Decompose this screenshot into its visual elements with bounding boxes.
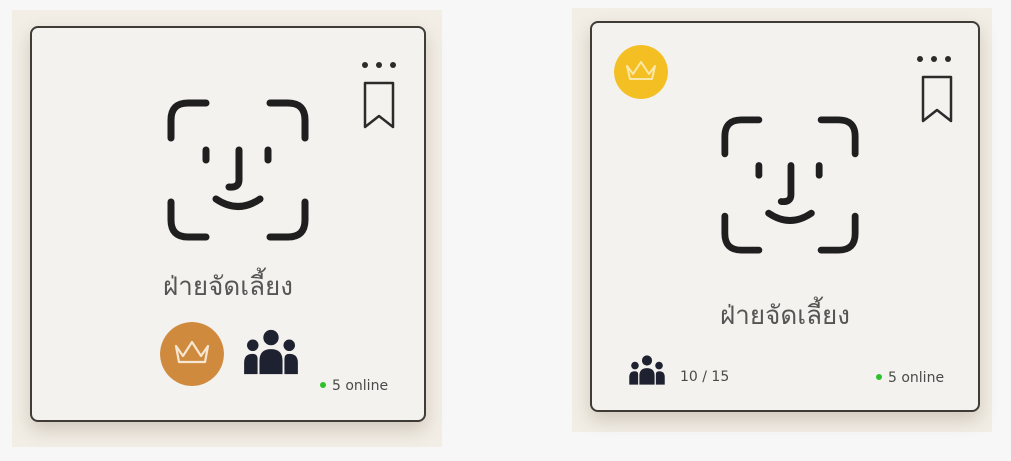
group-people-icon	[244, 329, 298, 375]
more-options-icon[interactable]	[917, 54, 957, 64]
group-card[interactable]: ฝ่ายจัดเลี้ยง 5 online	[30, 26, 426, 422]
group-name: ฝ่ายจัดเลี้ยง	[163, 272, 293, 302]
crown-icon[interactable]	[160, 322, 224, 386]
online-status: 5 online	[320, 378, 388, 394]
group-name: ฝ่ายจัดเลี้ยง	[720, 301, 850, 331]
online-indicator-icon	[320, 382, 326, 388]
face-id-icon	[721, 116, 859, 254]
face-id-icon	[167, 99, 309, 241]
online-count: 5 online	[888, 370, 945, 386]
group-card[interactable]: ฝ่ายจัดเลี้ยง 10 / 15 5 online	[590, 21, 980, 412]
bookmark-icon[interactable]	[362, 80, 396, 130]
bookmark-icon[interactable]	[920, 74, 954, 124]
online-status: 5 online	[876, 370, 944, 386]
group-people-icon	[629, 355, 665, 385]
crown-icon[interactable]	[614, 45, 668, 99]
member-count: 10 / 15	[680, 369, 730, 385]
more-options-icon[interactable]	[362, 60, 402, 70]
online-indicator-icon	[876, 374, 882, 380]
online-count: 5 online	[332, 378, 389, 394]
